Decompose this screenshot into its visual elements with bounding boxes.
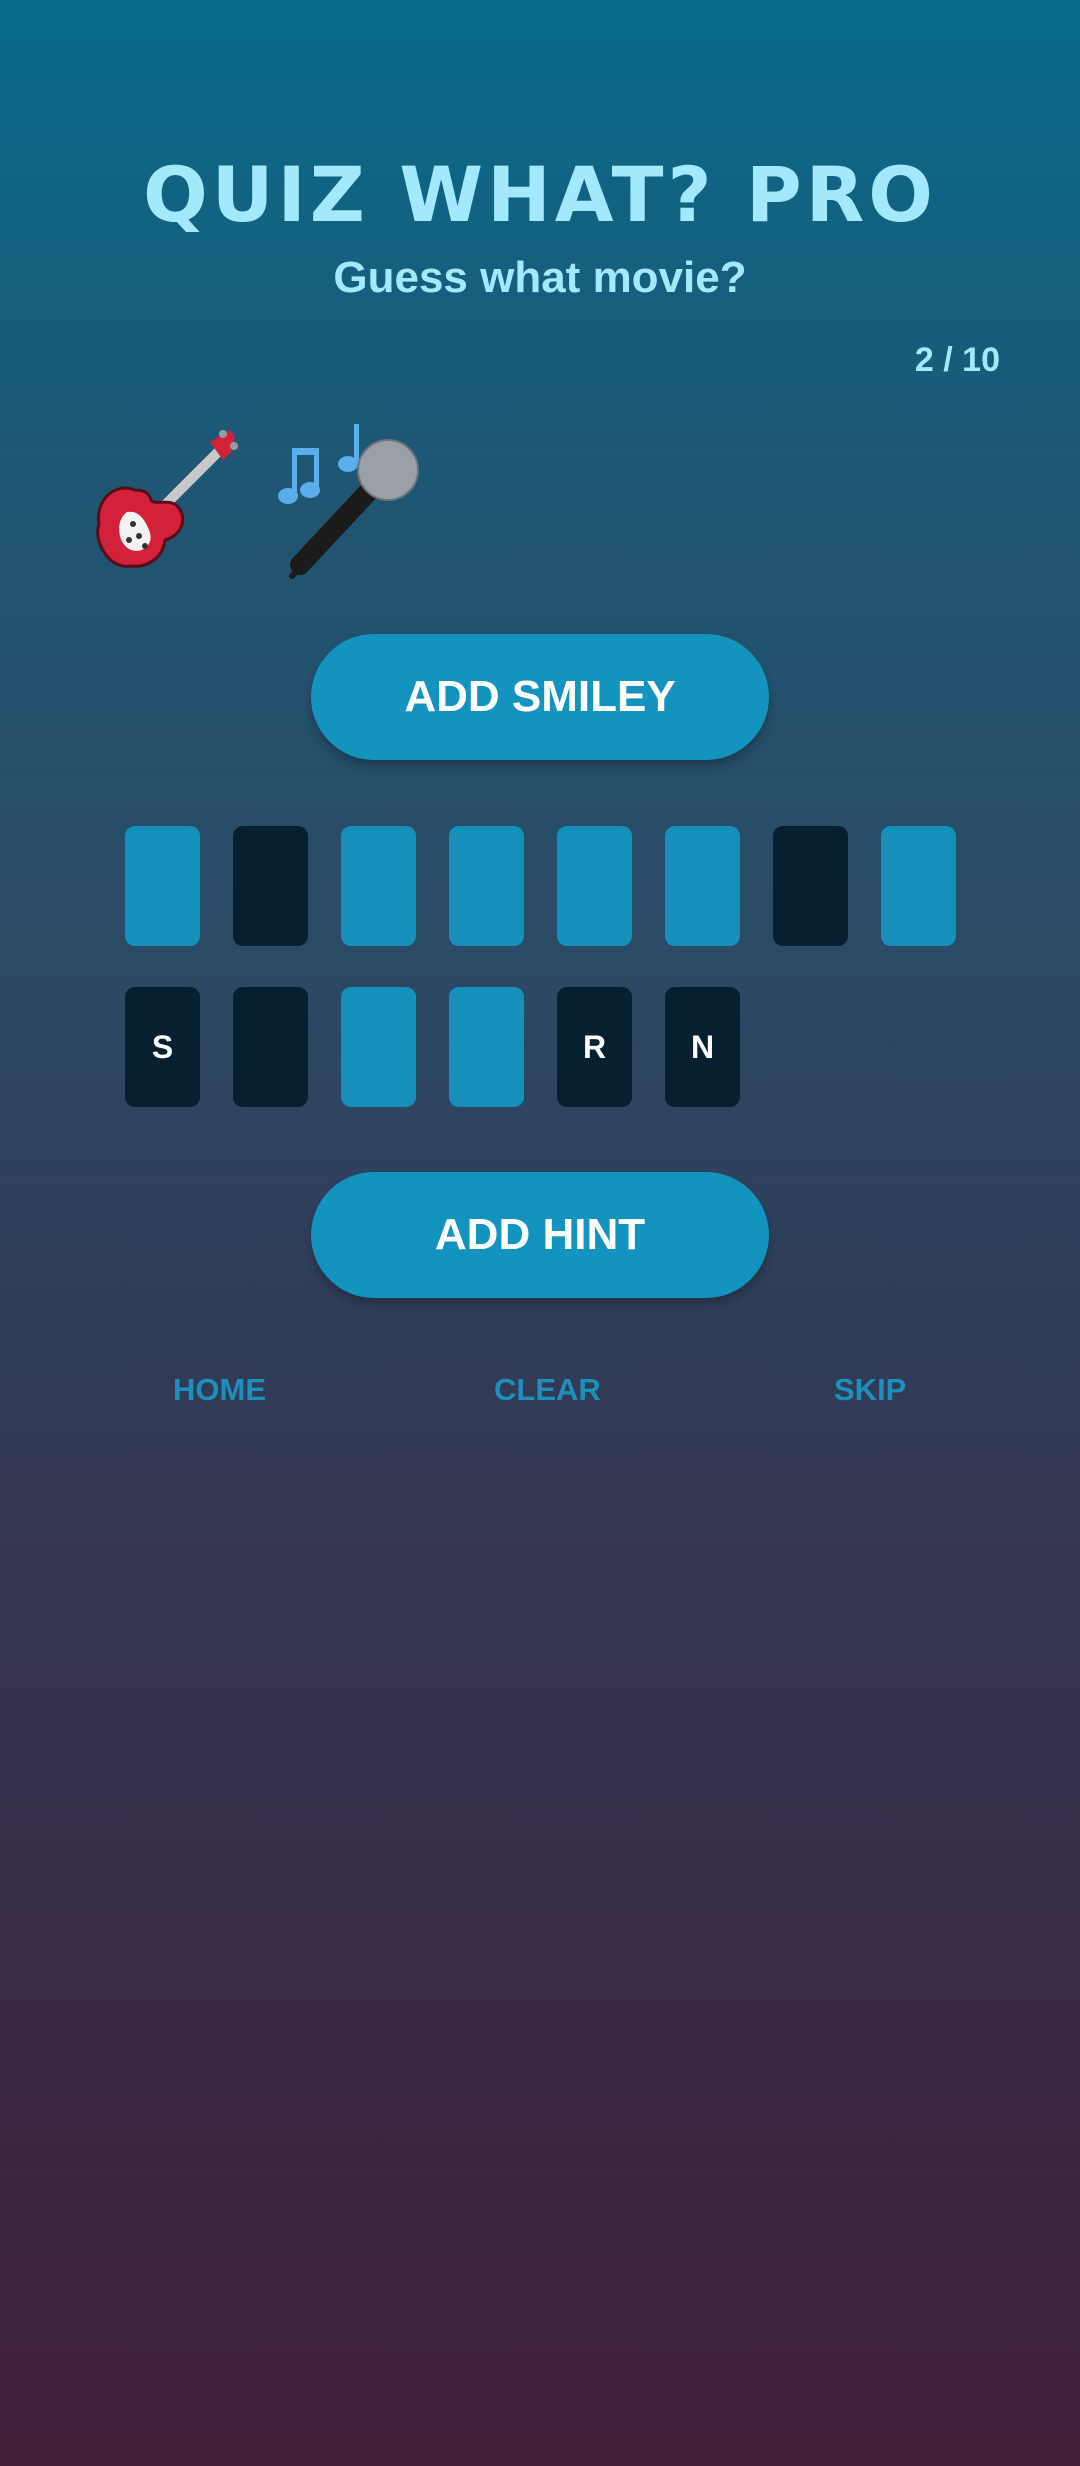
answer-tile[interactable] xyxy=(557,826,632,946)
answer-tile[interactable] xyxy=(233,826,308,946)
answer-tile[interactable] xyxy=(449,826,524,946)
add-smiley-button[interactable]: ADD SMILEY xyxy=(311,634,769,760)
guitar-icon xyxy=(85,420,245,580)
answer-tile[interactable] xyxy=(449,987,524,1107)
answer-tile[interactable] xyxy=(665,826,740,946)
answer-tile[interactable]: R xyxy=(557,987,632,1107)
answer-tile[interactable] xyxy=(341,826,416,946)
answer-tile[interactable] xyxy=(125,826,200,946)
answer-tile[interactable] xyxy=(233,987,308,1107)
page-title: QUIZ WHAT? PRO xyxy=(143,150,937,239)
clear-link[interactable]: CLEAR xyxy=(494,1368,601,1412)
answer-tile[interactable] xyxy=(773,826,848,946)
page-subtitle: Guess what movie? xyxy=(333,253,747,302)
answer-tile[interactable]: N xyxy=(665,987,740,1107)
add-hint-button[interactable]: ADD HINT xyxy=(311,1172,769,1298)
answer-tile[interactable] xyxy=(341,987,416,1107)
progress-counter: 2 / 10 xyxy=(914,341,1000,379)
microphone-icon xyxy=(270,420,430,580)
home-link[interactable]: HOME xyxy=(173,1368,266,1412)
answer-tile[interactable]: S xyxy=(125,987,200,1107)
skip-link[interactable]: SKIP xyxy=(834,1368,906,1412)
answer-tile[interactable] xyxy=(881,826,956,946)
